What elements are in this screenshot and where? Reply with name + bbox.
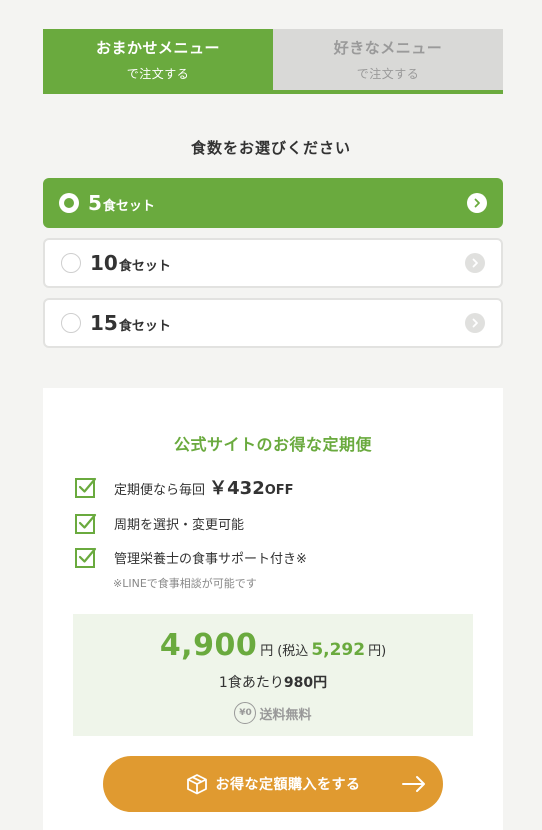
option-count: 15 xyxy=(90,311,118,335)
feature-text: 周期を選択・変更可能 xyxy=(114,517,245,533)
feature-text: 管理栄養士の食事サポート付き※ xyxy=(114,551,307,567)
price-tax-value: 5,292 xyxy=(311,640,366,660)
radio-unselected[interactable] xyxy=(61,253,81,273)
option-count: 10 xyxy=(90,251,118,275)
option-label: 10 食セット xyxy=(90,251,171,275)
discount-off: OFF xyxy=(264,483,294,498)
subscription-plan-card: 公式サイトのお得な定期便 定期便なら毎回 ￥432OFF 周期を選択・変更可能 … xyxy=(43,388,503,830)
plan-title: 公式サイトのお得な定期便 xyxy=(173,435,372,454)
radio-selected[interactable] xyxy=(59,193,79,213)
price-tax-close: 円) xyxy=(368,644,387,659)
option-10-meal-set[interactable]: 10 食セット xyxy=(43,238,503,288)
option-label: 15 食セット xyxy=(90,311,171,335)
option-unit: 食セット xyxy=(118,319,171,334)
box-icon xyxy=(186,774,207,795)
tab-omakase-menu[interactable]: おまかせメニュー で注文する xyxy=(43,29,273,90)
order-type-tabs: おまかせメニュー で注文する 好きなメニュー で注文する xyxy=(43,29,503,94)
chevron-right-icon xyxy=(467,193,487,213)
tab-omakase-title: おまかせメニュー xyxy=(95,39,220,57)
discount-label: 定期便なら毎回 xyxy=(114,483,206,498)
option-label: 5 食セット xyxy=(88,191,155,215)
feature-text: 定期便なら毎回 ￥432OFF xyxy=(114,474,294,500)
check-box-icon xyxy=(75,513,97,534)
feature-discount: 定期便なら毎回 ￥432OFF xyxy=(75,474,294,500)
price-tax-label: (税込 xyxy=(277,644,309,659)
check-box-icon xyxy=(75,547,97,568)
option-unit: 食セット xyxy=(118,259,171,274)
chevron-right-icon xyxy=(465,313,485,333)
price-row: 4,900 円 (税込 5,292 円) xyxy=(73,628,473,663)
footnote: ※LINEで食事相談が可能です xyxy=(113,577,257,590)
price-main: 4,900 xyxy=(159,628,258,663)
shipping-text: 送料無料 xyxy=(259,707,312,723)
buy-label: お得な定額購入をする xyxy=(215,777,361,793)
tab-favorite-subtitle: で注文する xyxy=(356,67,420,81)
arrow-right-icon xyxy=(402,776,425,792)
option-5-meal-set[interactable]: 5 食セット xyxy=(43,178,503,228)
tab-favorite-menu[interactable]: 好きなメニュー で注文する xyxy=(273,29,503,90)
zero-yen-icon: ¥0 xyxy=(234,702,257,724)
feature-cycle: 周期を選択・変更可能 xyxy=(75,512,244,534)
feature-support: 管理栄養士の食事サポート付き※ xyxy=(75,546,307,568)
per-meal-price: 1食あたり980円 xyxy=(73,672,473,692)
per-meal-value: 980円 xyxy=(283,675,328,691)
option-unit: 食セット xyxy=(102,199,155,214)
tab-omakase-subtitle: で注文する xyxy=(126,67,190,81)
tab-favorite-title: 好きなメニュー xyxy=(333,39,443,57)
price-box: 4,900 円 (税込 5,292 円) 1食あたり980円 ¥0 送料無料 xyxy=(73,614,473,736)
option-count: 5 xyxy=(88,191,102,215)
per-meal-label: 1食あたり xyxy=(218,675,284,691)
quantity-heading: 食数をお選びください xyxy=(190,139,351,157)
chevron-right-icon xyxy=(465,253,485,273)
price-yen: 円 xyxy=(260,644,274,659)
check-box-icon xyxy=(75,477,97,498)
free-shipping: ¥0 送料無料 xyxy=(73,702,473,724)
discount-amount: ￥432 xyxy=(209,478,265,499)
subscribe-purchase-button[interactable]: お得な定額購入をする xyxy=(103,756,443,812)
option-15-meal-set[interactable]: 15 食セット xyxy=(43,298,503,348)
radio-unselected[interactable] xyxy=(61,313,81,333)
